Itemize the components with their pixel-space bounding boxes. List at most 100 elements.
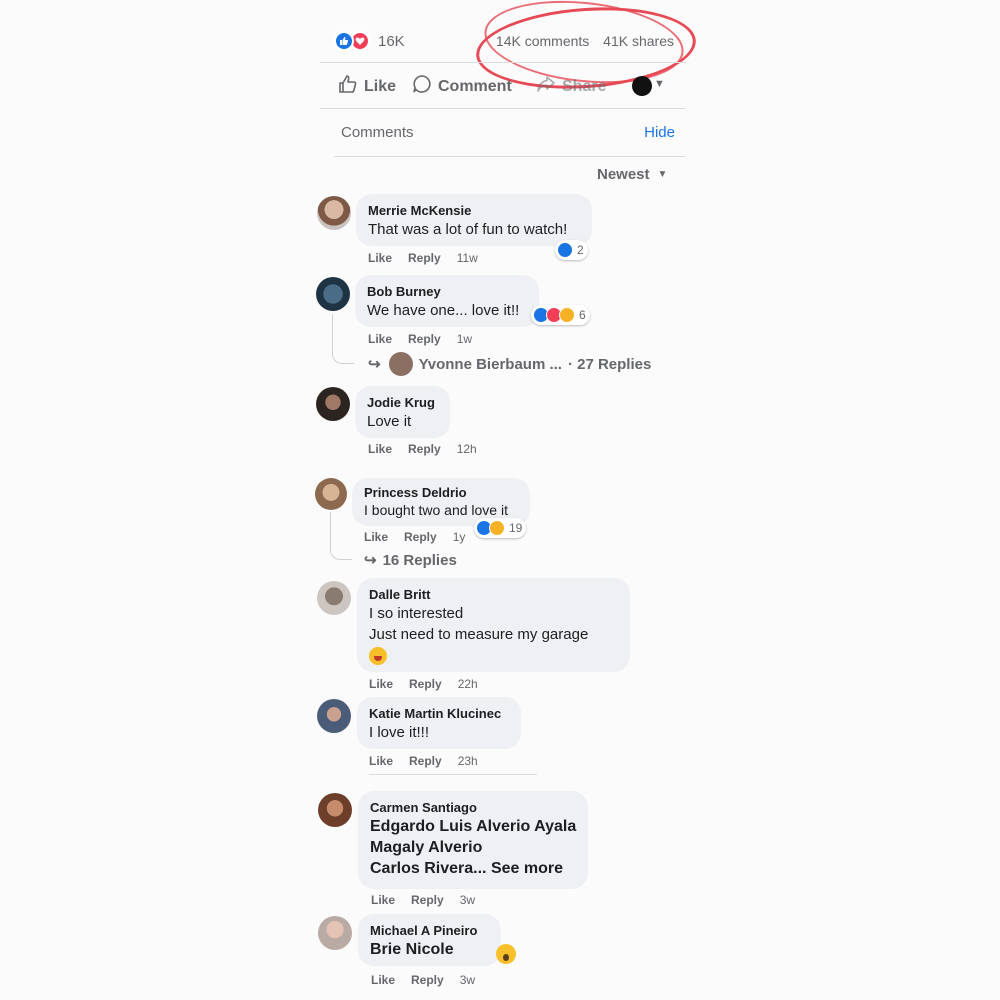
comment-meta: Like Reply 23h — [369, 754, 494, 768]
comment-author[interactable]: Katie Martin Klucinec — [369, 705, 509, 722]
comments-panel: 16K 14K comments 41K shares Like Comment… — [0, 0, 1000, 1000]
avatar[interactable] — [318, 793, 352, 827]
comment-button-label: Comment — [438, 77, 512, 95]
hide-comments-link[interactable]: Hide — [644, 124, 675, 141]
comment-author[interactable]: Bob Burney — [367, 283, 527, 300]
reply-link[interactable]: Reply — [409, 677, 442, 691]
reply-author: Yvonne Bierbaum ... — [418, 355, 562, 373]
comment-meta: Like Reply 22h — [369, 677, 494, 691]
like-reaction-icon — [334, 31, 354, 51]
comment-text: Love it — [367, 413, 412, 430]
divider — [320, 62, 686, 63]
comment-bubble: Michael A Pineiro Brie Nicole — [358, 914, 501, 966]
comment-bubble: Bob Burney We have one... love it!! — [355, 275, 539, 327]
avatar[interactable] — [317, 581, 351, 615]
view-replies-link[interactable]: ↪ Yvonne Bierbaum ... · 27 Replies — [368, 352, 651, 376]
reply-count: · 27 Replies — [567, 355, 652, 373]
reply-link[interactable]: Reply — [408, 251, 441, 265]
like-link[interactable]: Like — [368, 332, 392, 346]
comment-time[interactable]: 3w — [460, 893, 475, 907]
avatar[interactable] — [317, 699, 351, 733]
comment-author[interactable]: Merrie McKensie — [368, 202, 580, 219]
thread-line — [330, 512, 352, 560]
comment-author[interactable]: Dalle Britt — [369, 586, 618, 603]
comments-shares-summary: 14K comments 41K shares — [496, 33, 674, 49]
comment-author[interactable]: Jodie Krug — [367, 394, 438, 411]
comment-text-line-1[interactable]: Edgardo Luis Alverio Ayala — [370, 816, 576, 837]
share-button-label: Share — [562, 77, 607, 95]
reply-count: 16 Replies — [382, 551, 457, 569]
like-link[interactable]: Like — [364, 530, 388, 544]
comment-author[interactable]: Princess Deldrio — [364, 484, 518, 501]
like-link[interactable]: Like — [369, 677, 393, 691]
reaction-count: 2 — [577, 243, 584, 257]
comment-time[interactable]: 12h — [457, 442, 477, 456]
comments-count[interactable]: 14K comments — [496, 33, 589, 49]
reaction-badge[interactable]: 19 — [474, 518, 527, 538]
share-button[interactable]: Share — [536, 74, 606, 99]
comment-icon — [412, 74, 438, 99]
sort-dropdown[interactable]: Newest ▼ — [597, 166, 667, 183]
thumbs-up-icon — [338, 74, 364, 99]
comment-meta: Like Reply 1w — [368, 332, 488, 346]
comment-author[interactable]: Michael A Pineiro — [370, 922, 489, 939]
reaction-icons[interactable] — [334, 31, 374, 53]
reaction-badge[interactable]: 6 — [531, 305, 590, 325]
comment-bubble: Katie Martin Klucinec I love it!!! — [357, 697, 521, 749]
reaction-count: 19 — [509, 521, 523, 535]
avatar[interactable] — [315, 478, 347, 510]
shares-count[interactable]: 41K shares — [603, 33, 674, 49]
view-replies-link[interactable]: ↪ 16 Replies — [364, 551, 457, 570]
comments-label: Comments — [341, 124, 414, 141]
like-link[interactable]: Like — [368, 251, 392, 265]
comment-meta: Like Reply 3w — [371, 973, 491, 987]
like-button[interactable]: Like — [338, 74, 396, 99]
like-link[interactable]: Like — [371, 973, 395, 987]
caret-down-icon[interactable]: ▼ — [654, 78, 665, 90]
comment-text-line-3[interactable]: Carlos Rivera... See more — [370, 858, 576, 879]
reply-link[interactable]: Reply — [408, 332, 441, 346]
like-reaction-icon — [557, 242, 573, 258]
reply-link[interactable]: Reply — [409, 754, 442, 768]
avatar[interactable] — [316, 387, 350, 421]
profile-avatar[interactable] — [632, 76, 652, 96]
reply-link[interactable]: Reply — [408, 442, 441, 456]
comment-bubble: Dalle Britt I so interested Just need to… — [357, 578, 630, 672]
reply-link[interactable]: Reply — [411, 973, 444, 987]
like-link[interactable]: Like — [371, 893, 395, 907]
comment-meta: Like Reply 12h — [368, 442, 493, 456]
post-stats: 16K 14K comments 41K shares — [334, 28, 686, 56]
comment-text: I love it!!! — [369, 724, 430, 741]
avatar[interactable] — [317, 196, 351, 230]
comments-header: Comments Hide — [341, 124, 675, 144]
comment-time[interactable]: 3w — [460, 973, 475, 987]
avatar[interactable] — [316, 277, 350, 311]
reaction-count[interactable]: 16K — [378, 33, 405, 50]
divider — [334, 156, 686, 157]
comment-text-line-2[interactable]: Magaly Alverio — [370, 837, 576, 858]
comment-bubble: Jodie Krug Love it — [355, 386, 450, 438]
comment-time[interactable]: 23h — [458, 754, 478, 768]
comment-button[interactable]: Comment — [412, 74, 512, 99]
comment-time[interactable]: 1y — [453, 530, 466, 544]
comment-text[interactable]: Brie Nicole — [370, 939, 489, 960]
post-actions: Like Comment Share ▼ — [334, 70, 686, 102]
comment-bubble: Carmen Santiago Edgardo Luis Alverio Aya… — [358, 791, 588, 889]
reply-arrow-icon: ↪ — [368, 356, 381, 373]
comment-meta: Like Reply 1y — [364, 530, 481, 544]
avatar — [388, 352, 413, 376]
reaction-badge[interactable]: 2 — [555, 240, 588, 260]
comment-time[interactable]: 1w — [457, 332, 472, 346]
comment-text: We have one... love it!! — [367, 302, 520, 319]
reply-link[interactable]: Reply — [411, 893, 444, 907]
comment-author[interactable]: Carmen Santiago — [370, 799, 576, 816]
comment-time[interactable]: 11w — [457, 251, 478, 265]
like-link[interactable]: Like — [369, 754, 393, 768]
avatar[interactable] — [318, 916, 352, 950]
comment-text-line-1: I so interested — [369, 605, 464, 622]
reply-link[interactable]: Reply — [404, 530, 437, 544]
comment-time[interactable]: 22h — [458, 677, 478, 691]
caret-down-icon: ▼ — [657, 169, 668, 180]
reply-arrow-icon: ↪ — [364, 552, 377, 569]
like-link[interactable]: Like — [368, 442, 392, 456]
